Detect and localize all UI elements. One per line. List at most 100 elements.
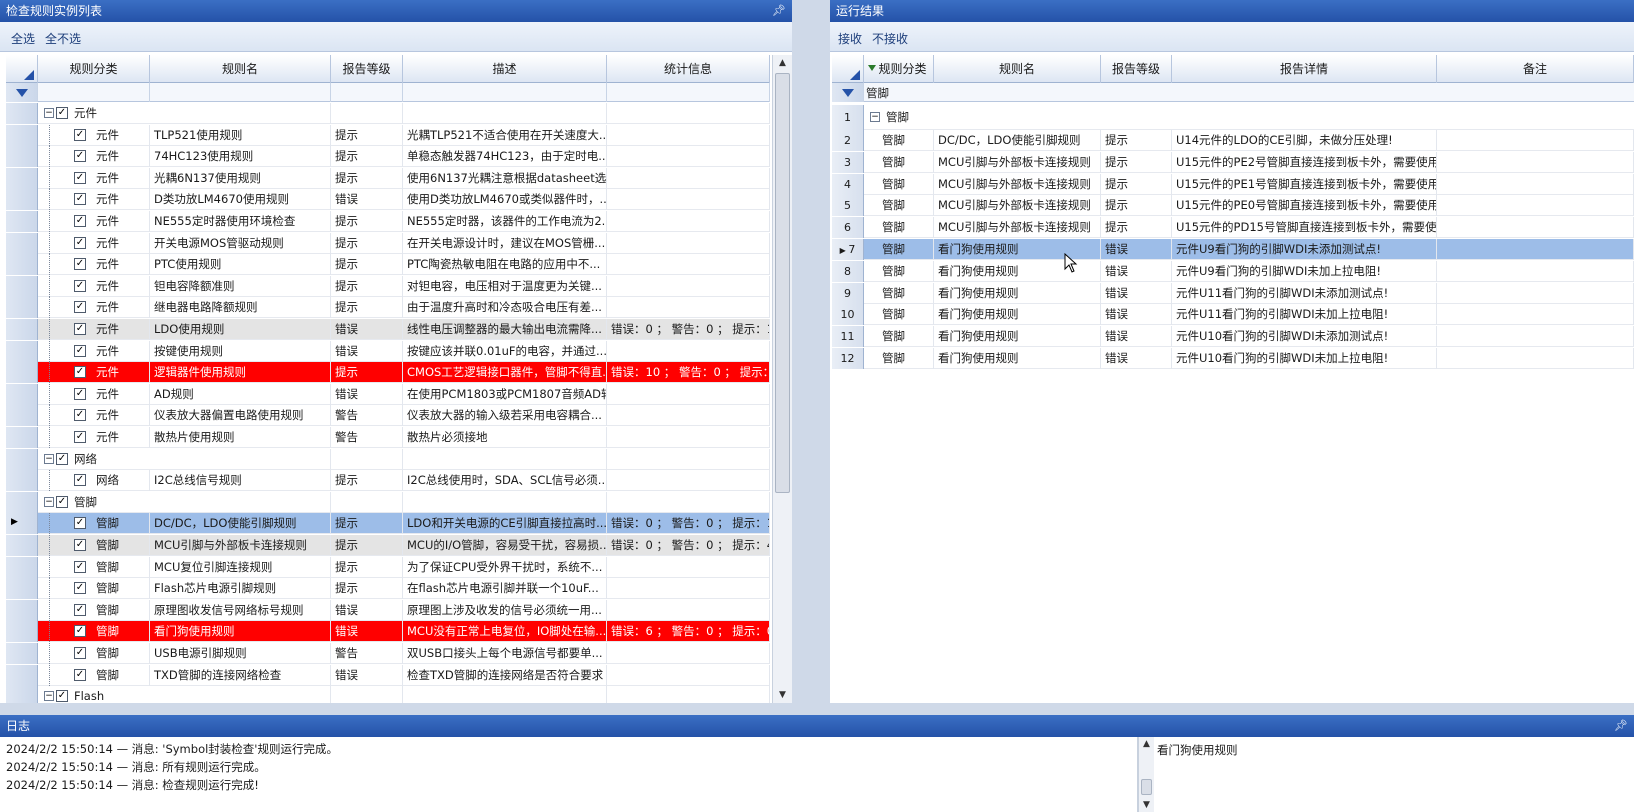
log-scrollbar[interactable]: ▲ ▼ bbox=[1138, 737, 1154, 812]
rule-checkbox[interactable]: ✓ bbox=[74, 279, 86, 292]
pin-icon[interactable]: 📌︎ bbox=[1614, 715, 1628, 737]
collapse-icon[interactable]: − bbox=[44, 691, 54, 702]
rule-checkbox[interactable]: ✓ bbox=[74, 150, 86, 163]
row-indicator[interactable] bbox=[6, 578, 38, 600]
collapse-icon[interactable]: − bbox=[870, 112, 880, 122]
select-none-button[interactable]: 全不选 bbox=[45, 30, 81, 47]
row-indicator[interactable] bbox=[6, 232, 38, 254]
row-indicator[interactable] bbox=[6, 340, 38, 362]
rule-checkbox[interactable]: ✓ bbox=[74, 539, 86, 551]
table-row[interactable]: ✓ 元件 逻辑器件使用规则 提示 CMOS工艺逻辑接口器件，管脚不得直... 错误：10 … bbox=[6, 362, 770, 384]
group-checkbox[interactable]: ✓ bbox=[56, 690, 68, 703]
result-row[interactable]: ▶ 7 管脚 看门狗使用规则 错误 元件U9看门狗的引脚WDI未添加测试点! bbox=[832, 239, 1634, 260]
result-row[interactable]: 3 管脚 MCU引脚与外部板卡连接规则 提示 U15元件的PE2号管脚直接连接到板卡外，… bbox=[832, 151, 1634, 173]
result-cell-remark[interactable] bbox=[1437, 217, 1634, 239]
rule-checkbox[interactable]: ✓ bbox=[74, 474, 86, 487]
column-filter-icon[interactable] bbox=[868, 65, 876, 71]
header-col-description[interactable]: 描述 bbox=[403, 55, 607, 83]
rule-checkbox[interactable]: ✓ bbox=[74, 582, 86, 595]
table-row[interactable]: ✓ 元件 NE555定时器使用环境检查 提示 NE555定时器，该器件的工作电流为2..… bbox=[6, 211, 770, 232]
result-header-col-category[interactable]: 规则分类 bbox=[864, 55, 934, 83]
table-row[interactable]: ✓ 管脚 USB电源引脚规则 警告 双USB口接头上每个电源信号都要单... bbox=[6, 643, 770, 664]
result-cell-remark[interactable] bbox=[1437, 260, 1634, 282]
result-cell-remark[interactable] bbox=[1437, 282, 1634, 304]
row-indicator[interactable] bbox=[6, 405, 38, 427]
accept-button[interactable]: 接收 bbox=[838, 30, 862, 47]
result-header-col-remark[interactable]: 备注 bbox=[1437, 55, 1634, 83]
result-cell-remark[interactable] bbox=[1437, 130, 1634, 151]
result-header-col-rule-name[interactable]: 规则名 bbox=[934, 55, 1101, 83]
result-row[interactable]: 9 管脚 看门狗使用规则 错误 元件U11看门狗的引脚WDI未添加测试点! bbox=[832, 282, 1634, 304]
row-indicator[interactable] bbox=[6, 621, 38, 643]
row-number[interactable]: 8 bbox=[832, 260, 864, 282]
rule-checkbox[interactable]: ✓ bbox=[74, 603, 86, 616]
row-indicator[interactable] bbox=[6, 254, 38, 276]
row-indicator[interactable] bbox=[6, 211, 38, 232]
table-row[interactable]: ✓ 元件 PTC使用规则 提示 PTC陶瓷热敏电阻在电路的应用中不... bbox=[6, 254, 770, 276]
row-indicator[interactable] bbox=[6, 535, 38, 556]
result-row[interactable]: 8 管脚 看门狗使用规则 错误 元件U9看门狗的引脚WDI未加上拉电阻! bbox=[832, 260, 1634, 282]
rule-checkbox[interactable]: ✓ bbox=[74, 625, 86, 638]
table-row[interactable]: ✓ 元件 散热片使用规则 警告 散热片必须接地 bbox=[6, 427, 770, 448]
row-number[interactable]: 5 bbox=[832, 195, 864, 217]
row-indicator[interactable] bbox=[6, 297, 38, 319]
filter-cell[interactable] bbox=[6, 83, 38, 102]
row-indicator[interactable] bbox=[6, 556, 38, 578]
tree-group-row[interactable]: − ✓ 网络 bbox=[6, 448, 770, 470]
select-all-button[interactable]: 全选 bbox=[11, 30, 35, 47]
scroll-down-icon[interactable]: ▼ bbox=[1139, 798, 1154, 812]
rule-checkbox[interactable]: ✓ bbox=[74, 128, 86, 141]
tree-group-row[interactable]: − ✓ 管脚 bbox=[6, 491, 770, 513]
row-number[interactable]: 10 bbox=[832, 304, 864, 326]
group-checkbox[interactable]: ✓ bbox=[56, 452, 68, 465]
row-indicator[interactable]: ▶ bbox=[6, 513, 38, 535]
row-indicator[interactable] bbox=[6, 664, 38, 686]
rule-checkbox[interactable]: ✓ bbox=[74, 517, 86, 530]
table-row[interactable]: ✓ 元件 TLP521使用规则 提示 光耦TLP521不适合使用在开关速度大... bbox=[6, 124, 770, 146]
table-row[interactable]: ✓ 元件 按键使用规则 错误 按键应该并联0.01uF的电容，并通过... bbox=[6, 340, 770, 362]
collapse-icon[interactable]: − bbox=[44, 496, 54, 507]
row-indicator[interactable] bbox=[6, 103, 38, 124]
row-number[interactable]: 9 bbox=[832, 282, 864, 304]
rule-grid-scrollbar[interactable]: ▲ ▼ bbox=[772, 55, 792, 703]
row-indicator[interactable] bbox=[6, 362, 38, 384]
scroll-thumb[interactable] bbox=[775, 73, 790, 493]
result-row[interactable]: 12 管脚 看门狗使用规则 错误 元件U10看门狗的引脚WDI未加上拉电阻! bbox=[832, 348, 1634, 369]
reject-button[interactable]: 不接收 bbox=[872, 30, 908, 47]
rule-checkbox[interactable]: ✓ bbox=[74, 215, 86, 227]
result-row[interactable]: 2 管脚 DC/DC，LDO使能引脚规则 提示 U14元件的LDO的CE引脚，未做分压处… bbox=[832, 130, 1634, 151]
row-indicator[interactable] bbox=[6, 319, 38, 340]
row-number[interactable]: ▶ 7 bbox=[832, 239, 864, 260]
rule-checkbox[interactable]: ✓ bbox=[74, 668, 86, 681]
rule-checkbox[interactable]: ✓ bbox=[74, 193, 86, 206]
row-indicator[interactable] bbox=[6, 448, 38, 470]
rule-checkbox[interactable]: ✓ bbox=[74, 431, 86, 443]
scroll-down-icon[interactable]: ▼ bbox=[773, 687, 792, 703]
rule-checkbox[interactable]: ✓ bbox=[74, 301, 86, 314]
rule-checkbox[interactable]: ✓ bbox=[74, 647, 86, 659]
result-header-corner[interactable] bbox=[832, 55, 864, 83]
row-indicator[interactable] bbox=[6, 146, 38, 168]
rule-checkbox[interactable]: ✓ bbox=[74, 409, 86, 422]
table-row[interactable]: ✓ 元件AD规则错误在使用PCM1803或PCM1807音频AD转换... bbox=[6, 383, 770, 405]
table-row[interactable]: ✓ 元件 74HC123使用规则 提示 单稳态触发器74HC123，由于定时电... bbox=[6, 146, 770, 168]
row-number[interactable]: 3 bbox=[832, 151, 864, 173]
result-group-row[interactable]: 1 − 管脚 bbox=[832, 105, 1634, 130]
result-cell-remark[interactable] bbox=[1437, 304, 1634, 326]
row-indicator[interactable] bbox=[6, 189, 38, 211]
row-indicator[interactable] bbox=[6, 686, 38, 703]
result-cell-remark[interactable] bbox=[1437, 195, 1634, 217]
result-filter-cell[interactable] bbox=[832, 83, 864, 102]
scroll-thumb[interactable] bbox=[1141, 779, 1152, 795]
row-indicator[interactable] bbox=[6, 383, 38, 405]
result-cell-remark[interactable] bbox=[1437, 326, 1634, 348]
table-row[interactable]: ✓ 元件 LDO使用规则 错误 线性电压调整器的最大输出电流需降... 错误：0 ； 警告… bbox=[6, 319, 770, 340]
rule-checkbox[interactable]: ✓ bbox=[74, 171, 86, 184]
result-header-col-detail[interactable]: 报告详情 bbox=[1172, 55, 1437, 83]
filter-col-category[interactable] bbox=[38, 83, 150, 102]
rule-checkbox[interactable]: ✓ bbox=[74, 344, 86, 357]
result-row[interactable]: 6 管脚 MCU引脚与外部板卡连接规则 提示 U15元件的PD15号管脚直接连接到板卡外… bbox=[832, 217, 1634, 239]
row-indicator[interactable] bbox=[6, 167, 38, 189]
header-corner[interactable] bbox=[6, 55, 38, 83]
table-row[interactable]: ✓ 管脚 原理图收发信号网络标号规则 错误 原理图上涉及收发的信号必须统一用... bbox=[6, 599, 770, 621]
